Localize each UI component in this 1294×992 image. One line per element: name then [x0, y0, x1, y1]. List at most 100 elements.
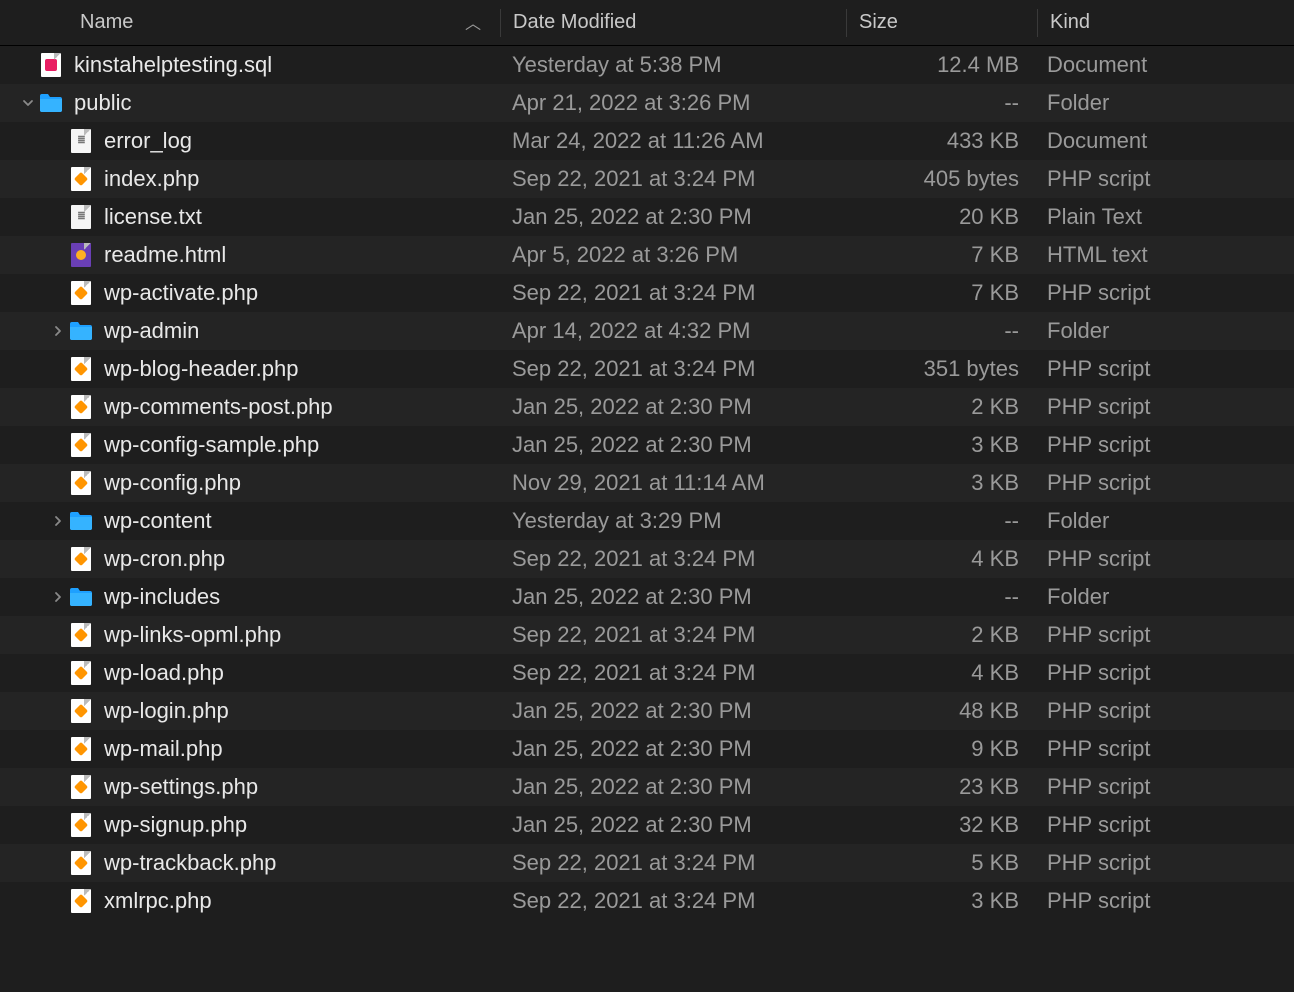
file-kind: PHP script	[1035, 464, 1294, 502]
file-size: 2 KB	[845, 388, 1035, 426]
disclosure-closed-icon[interactable]	[48, 515, 68, 527]
file-kind: PHP script	[1035, 540, 1294, 578]
file-row[interactable]: index.phpSep 22, 2021 at 3:24 PM405 byte…	[0, 160, 1294, 198]
file-icon	[68, 736, 94, 762]
file-date: Jan 25, 2022 at 2:30 PM	[500, 730, 845, 768]
file-name: wp-trackback.php	[104, 850, 276, 876]
file-name: xmlrpc.php	[104, 888, 212, 914]
file-kind: HTML text	[1035, 236, 1294, 274]
file-icon	[68, 888, 94, 914]
file-size: 4 KB	[845, 654, 1035, 692]
file-row[interactable]: wp-config.phpNov 29, 2021 at 11:14 AM3 K…	[0, 464, 1294, 502]
file-date: Apr 21, 2022 at 3:26 PM	[500, 84, 845, 122]
disclosure-open-icon[interactable]	[18, 97, 38, 109]
file-name: index.php	[104, 166, 199, 192]
file-kind: PHP script	[1035, 616, 1294, 654]
file-icon	[68, 166, 94, 192]
file-kind: PHP script	[1035, 806, 1294, 844]
disclosure-closed-icon[interactable]	[48, 591, 68, 603]
file-size: 3 KB	[845, 426, 1035, 464]
column-header-name[interactable]: Name 〈	[0, 0, 500, 45]
column-header-date[interactable]: Date Modified	[501, 0, 846, 45]
file-row[interactable]: publicApr 21, 2022 at 3:26 PM--Folder	[0, 84, 1294, 122]
file-row[interactable]: wp-cron.phpSep 22, 2021 at 3:24 PM4 KBPH…	[0, 540, 1294, 578]
file-name: wp-cron.php	[104, 546, 225, 572]
file-size: --	[845, 578, 1035, 616]
file-size: 20 KB	[845, 198, 1035, 236]
file-row[interactable]: kinstahelptesting.sqlYesterday at 5:38 P…	[0, 46, 1294, 84]
file-icon	[68, 812, 94, 838]
file-row[interactable]: wp-contentYesterday at 3:29 PM--Folder	[0, 502, 1294, 540]
file-date: Sep 22, 2021 at 3:24 PM	[500, 274, 845, 312]
column-header-size[interactable]: Size	[847, 0, 1037, 45]
file-name: public	[74, 90, 131, 116]
file-row[interactable]: wp-blog-header.php Sep 22, 2021 at 3:24 P…	[0, 350, 1294, 388]
file-row[interactable]: wp-load.phpSep 22, 2021 at 3:24 PM4 KBPH…	[0, 654, 1294, 692]
file-kind: PHP script	[1035, 426, 1294, 464]
file-size: 4 KB	[845, 540, 1035, 578]
file-name: wp-comments-post.php	[104, 394, 333, 420]
column-header-name-label: Name	[80, 11, 133, 34]
file-date: Apr 5, 2022 at 3:26 PM	[500, 236, 845, 274]
file-icon	[68, 356, 94, 382]
file-row[interactable]: wp-links-opml.phpSep 22, 2021 at 3:24 PM…	[0, 616, 1294, 654]
file-icon	[68, 698, 94, 724]
file-kind: PHP script	[1035, 768, 1294, 806]
file-date: Yesterday at 5:38 PM	[500, 46, 845, 84]
file-size: 5 KB	[845, 844, 1035, 882]
file-name: wp-blog-header.php	[104, 356, 298, 382]
file-row[interactable]: wp-comments-post.phpJan 25, 2022 at 2:30…	[0, 388, 1294, 426]
file-date: Jan 25, 2022 at 2:30 PM	[500, 578, 845, 616]
file-date: Sep 22, 2021 at 3:24 PM	[500, 350, 845, 388]
file-row[interactable]: wp-login.phpJan 25, 2022 at 2:30 PM48 KB…	[0, 692, 1294, 730]
file-icon	[38, 52, 64, 78]
file-name: license.txt	[104, 204, 202, 230]
file-icon	[68, 280, 94, 306]
file-icon	[68, 660, 94, 686]
column-header-kind[interactable]: Kind	[1038, 0, 1294, 45]
file-row[interactable]: wp-trackback.php Sep 22, 2021 at 3:24 PM5…	[0, 844, 1294, 882]
file-icon	[68, 242, 94, 268]
sort-ascending-icon: 〈	[462, 14, 486, 30]
file-row[interactable]: wp-config-sample.phpJan 25, 2022 at 2:30…	[0, 426, 1294, 464]
folder-icon	[68, 318, 94, 344]
file-date: Yesterday at 3:29 PM	[500, 502, 845, 540]
file-name: wp-config.php	[104, 470, 241, 496]
file-size: 48 KB	[845, 692, 1035, 730]
file-row[interactable]: wp-settings.phpJan 25, 2022 at 2:30 PM23…	[0, 768, 1294, 806]
file-kind: PHP script	[1035, 692, 1294, 730]
file-name: wp-config-sample.php	[104, 432, 319, 458]
file-kind: PHP script	[1035, 882, 1294, 920]
file-row[interactable]: readme.htmlApr 5, 2022 at 3:26 PM7 KBHTM…	[0, 236, 1294, 274]
file-row[interactable]: wp-mail.phpJan 25, 2022 at 2:30 PM9 KBPH…	[0, 730, 1294, 768]
file-row[interactable]: wp-adminApr 14, 2022 at 4:32 PM--Folder	[0, 312, 1294, 350]
file-size: 7 KB	[845, 236, 1035, 274]
file-kind: Document	[1035, 46, 1294, 84]
file-kind: PHP script	[1035, 654, 1294, 692]
file-date: Sep 22, 2021 at 3:24 PM	[500, 844, 845, 882]
file-kind: PHP script	[1035, 160, 1294, 198]
file-name: wp-activate.php	[104, 280, 258, 306]
file-icon	[68, 546, 94, 572]
file-size: 3 KB	[845, 882, 1035, 920]
file-row[interactable]: xmlrpc.php Sep 22, 2021 at 3:24 PM3 KBPHP…	[0, 882, 1294, 920]
file-name: error_log	[104, 128, 192, 154]
file-date: Sep 22, 2021 at 3:24 PM	[500, 882, 845, 920]
file-size: 3 KB	[845, 464, 1035, 502]
column-header-size-label: Size	[859, 11, 898, 34]
file-size: --	[845, 312, 1035, 350]
file-row[interactable]: ≣license.txtJan 25, 2022 at 2:30 PM20 KB…	[0, 198, 1294, 236]
file-row[interactable]: wp-activate.phpSep 22, 2021 at 3:24 PM7 …	[0, 274, 1294, 312]
file-size: 433 KB	[845, 122, 1035, 160]
file-size: --	[845, 502, 1035, 540]
file-row[interactable]: wp-includesJan 25, 2022 at 2:30 PM--Fold…	[0, 578, 1294, 616]
folder-icon	[68, 584, 94, 610]
file-date: Jan 25, 2022 at 2:30 PM	[500, 692, 845, 730]
folder-icon	[38, 90, 64, 116]
file-icon	[68, 850, 94, 876]
file-row[interactable]: ≣error_logMar 24, 2022 at 11:26 AM433 KB…	[0, 122, 1294, 160]
file-size: --	[845, 84, 1035, 122]
disclosure-closed-icon[interactable]	[48, 325, 68, 337]
file-kind: PHP script	[1035, 730, 1294, 768]
file-row[interactable]: wp-signup.phpJan 25, 2022 at 2:30 PM32 K…	[0, 806, 1294, 844]
